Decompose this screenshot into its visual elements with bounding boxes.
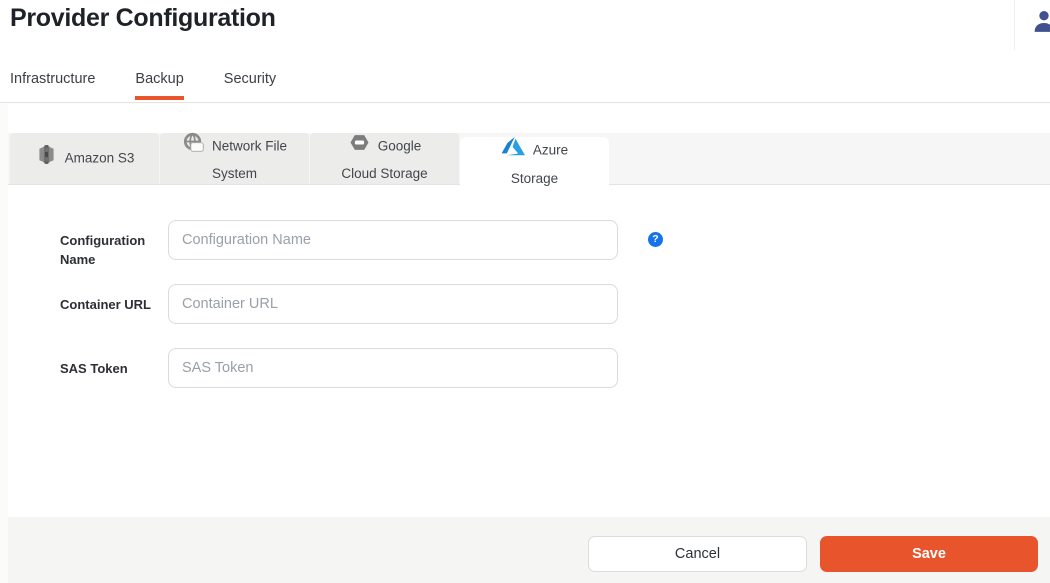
footer-bar: Cancel Save <box>8 517 1050 583</box>
sas-token-label: SAS Token <box>60 348 160 378</box>
tab-amazon-s3[interactable]: Amazon S3 <box>10 133 159 184</box>
google-cloud-storage-icon <box>348 131 371 161</box>
provider-panel: Amazon S3 Network File System <box>8 104 1050 583</box>
provider-tabstrip: Amazon S3 Network File System <box>8 133 1050 185</box>
page-title: Provider Configuration <box>10 4 276 33</box>
nav-item-security[interactable]: Security <box>224 71 276 100</box>
save-button[interactable]: Save <box>820 536 1038 572</box>
header-divider <box>1014 0 1015 50</box>
sas-token-input[interactable] <box>168 348 618 388</box>
tab-network-file-system[interactable]: Network File System <box>160 133 309 184</box>
tab-label: Network File System <box>212 139 287 181</box>
nav-item-infrastructure[interactable]: Infrastructure <box>10 71 95 100</box>
cancel-button[interactable]: Cancel <box>588 536 807 572</box>
header: Provider Configuration Infrastructure Ba… <box>0 0 1050 103</box>
tab-google-cloud-storage[interactable]: Google Cloud Storage <box>310 133 459 184</box>
tab-label: Amazon S3 <box>65 150 135 165</box>
tab-azure-storage[interactable]: Azure Storage <box>460 137 609 187</box>
section-nav: Infrastructure Backup Security <box>10 71 316 100</box>
user-icon[interactable] <box>1031 8 1050 34</box>
help-icon[interactable]: ? <box>648 232 663 247</box>
network-file-system-icon <box>182 131 205 161</box>
nav-item-backup[interactable]: Backup <box>135 71 183 100</box>
container-url-input[interactable] <box>168 284 618 324</box>
configuration-name-label: Configuration Name <box>60 220 160 269</box>
configuration-name-input[interactable] <box>168 220 618 260</box>
container-url-label: Container URL <box>60 284 160 314</box>
amazon-s3-icon <box>35 143 58 173</box>
azure-storage-icon <box>501 134 526 166</box>
